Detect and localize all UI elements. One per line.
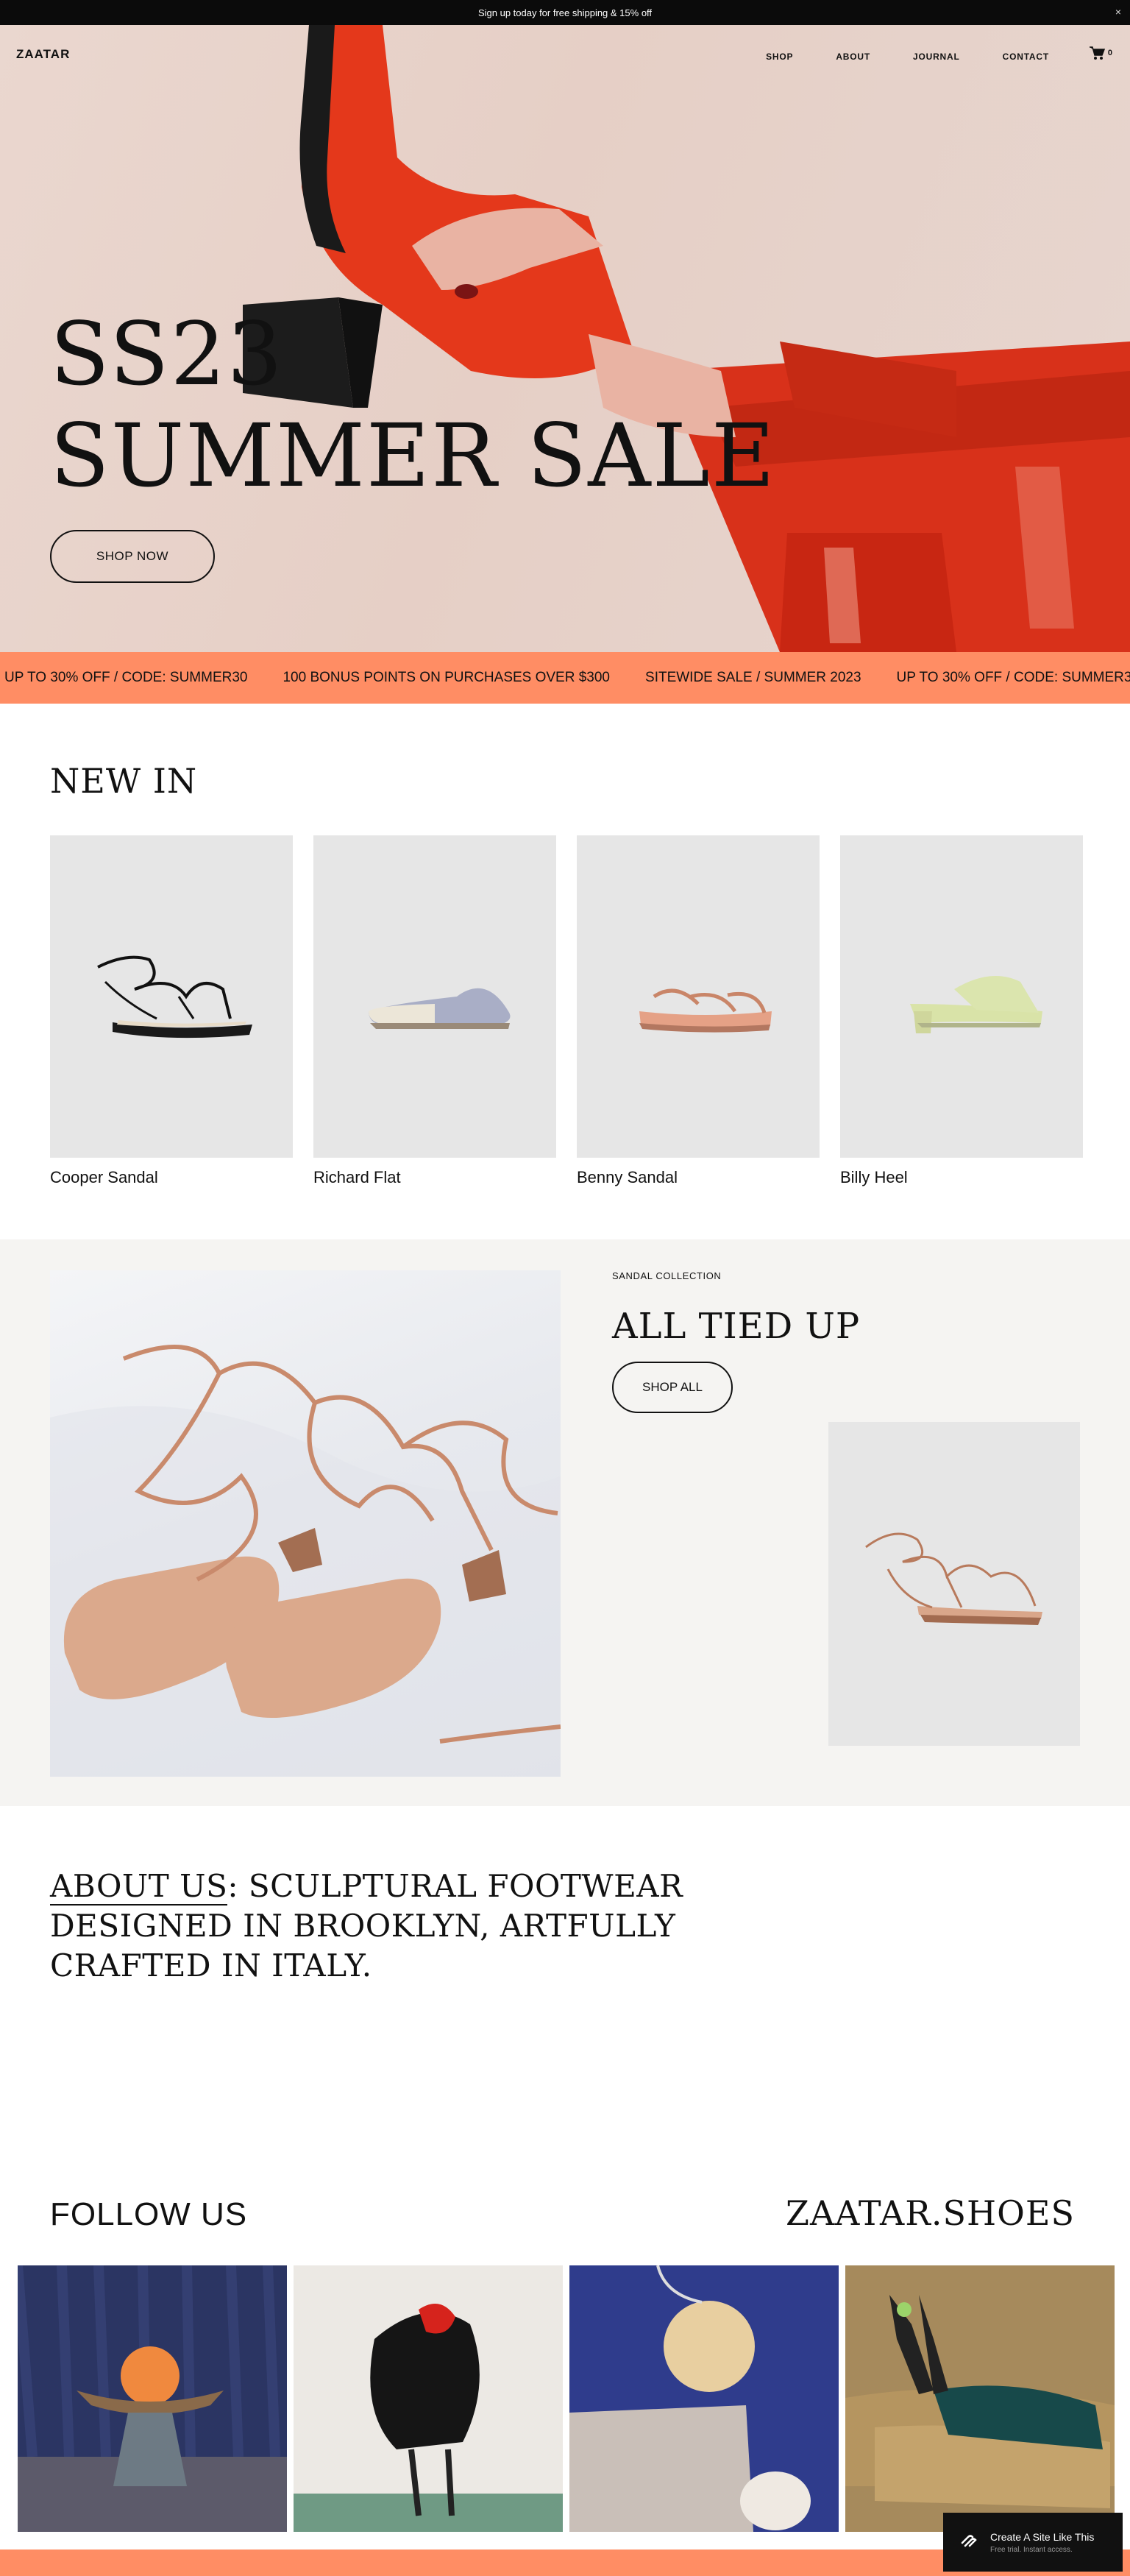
logo[interactable]: ZAATAR xyxy=(16,47,70,62)
instagram-post[interactable] xyxy=(18,2265,287,2532)
product-name[interactable]: Richard Flat xyxy=(313,1168,556,1187)
promo-ticker: UP TO 30% OFF / CODE: SUMMER30 100 BONUS… xyxy=(0,652,1130,704)
product-card[interactable]: Cooper Sandal xyxy=(50,835,293,1187)
main-navigation: ZAATAR SHOP ABOUT JOURNAL CONTACT 0 xyxy=(0,25,1130,85)
instagram-handle[interactable]: ZAATAR.SHOES xyxy=(786,2193,1075,2233)
shop-now-button[interactable]: SHOP NOW xyxy=(50,530,215,583)
ticker-item: 100 BONUS POINTS ON PURCHASES OVER $300 xyxy=(282,670,611,685)
flat-image xyxy=(369,988,511,1029)
about-us-link[interactable]: ABOUT US xyxy=(50,1868,228,1906)
instagram-post[interactable] xyxy=(294,2265,563,2532)
announcement-text: Sign up today for free shipping & 15% of… xyxy=(477,7,653,18)
sandals-photo xyxy=(50,1345,561,1777)
sofa-photo xyxy=(845,2265,1115,2532)
hero-title: SS23 SUMMER SALE xyxy=(50,303,776,506)
ticker-item: UP TO 30% OFF / CODE: SUMMER30 xyxy=(896,670,1130,685)
ticker-item: UP TO 30% OFF / CODE: SUMMER30 xyxy=(4,670,248,685)
collection-product-image[interactable] xyxy=(828,1422,1080,1746)
coat-photo xyxy=(294,2265,563,2532)
product-name[interactable]: Billy Heel xyxy=(840,1168,1083,1187)
instagram-post[interactable] xyxy=(569,2265,839,2532)
product-name[interactable]: Cooper Sandal xyxy=(50,1168,293,1187)
product-card[interactable]: Billy Heel xyxy=(840,835,1083,1187)
new-in-products: Cooper Sandal Richard Flat Benny Sandal xyxy=(50,835,1083,1187)
badge-subtitle: Free trial. Instant access. xyxy=(990,2545,1073,2554)
follow-us-title: FOLLOW US xyxy=(50,2196,248,2232)
shop-all-button[interactable]: SHOP ALL xyxy=(612,1362,733,1413)
ticker-item: SITEWIDE SALE / SUMMER 2023 xyxy=(645,670,861,685)
instagram-post[interactable] xyxy=(845,2265,1115,2532)
sponge-photo xyxy=(569,2265,839,2532)
instagram-grid xyxy=(18,2265,1115,2532)
product-image[interactable] xyxy=(313,835,556,1158)
about-statement: ABOUT US: SCULPTURAL FOOTWEAR DESIGNED I… xyxy=(50,1866,712,1986)
badge-title: Create A Site Like This xyxy=(990,2530,1095,2543)
cart-button[interactable]: 0 xyxy=(1089,46,1112,60)
nav-item-about[interactable]: ABOUT xyxy=(836,52,870,62)
nav-menu: SHOP ABOUT JOURNAL CONTACT xyxy=(766,52,1049,62)
product-image[interactable] xyxy=(840,835,1083,1158)
cart-icon xyxy=(1089,46,1105,60)
collection-kicker: SANDAL COLLECTION xyxy=(612,1270,722,1281)
hero-title-line1: SS23 xyxy=(50,303,284,405)
nav-item-journal[interactable]: JOURNAL xyxy=(913,52,960,62)
hero-title-line2: SUMMER SALE xyxy=(50,405,776,506)
nav-item-shop[interactable]: SHOP xyxy=(766,52,793,62)
sandal-image xyxy=(865,1532,1042,1625)
product-name[interactable]: Benny Sandal xyxy=(577,1168,820,1187)
collection-title: ALL TIED UP xyxy=(612,1306,861,1347)
new-in-title: NEW IN xyxy=(50,761,198,801)
nav-item-contact[interactable]: CONTACT xyxy=(1003,52,1049,62)
sandal-collection-section: SANDAL COLLECTION ALL TIED UP SHOP ALL xyxy=(0,1239,1130,1806)
product-card[interactable]: Richard Flat xyxy=(313,835,556,1187)
hero-banner: ZAATAR SHOP ABOUT JOURNAL CONTACT 0 SS23… xyxy=(0,25,1130,652)
announcement-bar: Sign up today for free shipping & 15% of… xyxy=(0,0,1130,25)
cart-count: 0 xyxy=(1107,49,1112,57)
heel-image xyxy=(910,976,1042,1033)
close-icon[interactable]: × xyxy=(1115,6,1121,18)
product-image[interactable] xyxy=(50,835,293,1158)
product-card[interactable]: Benny Sandal xyxy=(577,835,820,1187)
product-image[interactable] xyxy=(577,835,820,1158)
lamp-photo xyxy=(18,2265,287,2532)
squarespace-logo-icon xyxy=(961,2535,977,2547)
create-site-badge[interactable]: Create A Site Like This Free trial. Inst… xyxy=(943,2513,1123,2572)
sandal-image xyxy=(97,955,252,1038)
sandal-image xyxy=(639,988,772,1033)
collection-photo[interactable] xyxy=(50,1270,561,1777)
